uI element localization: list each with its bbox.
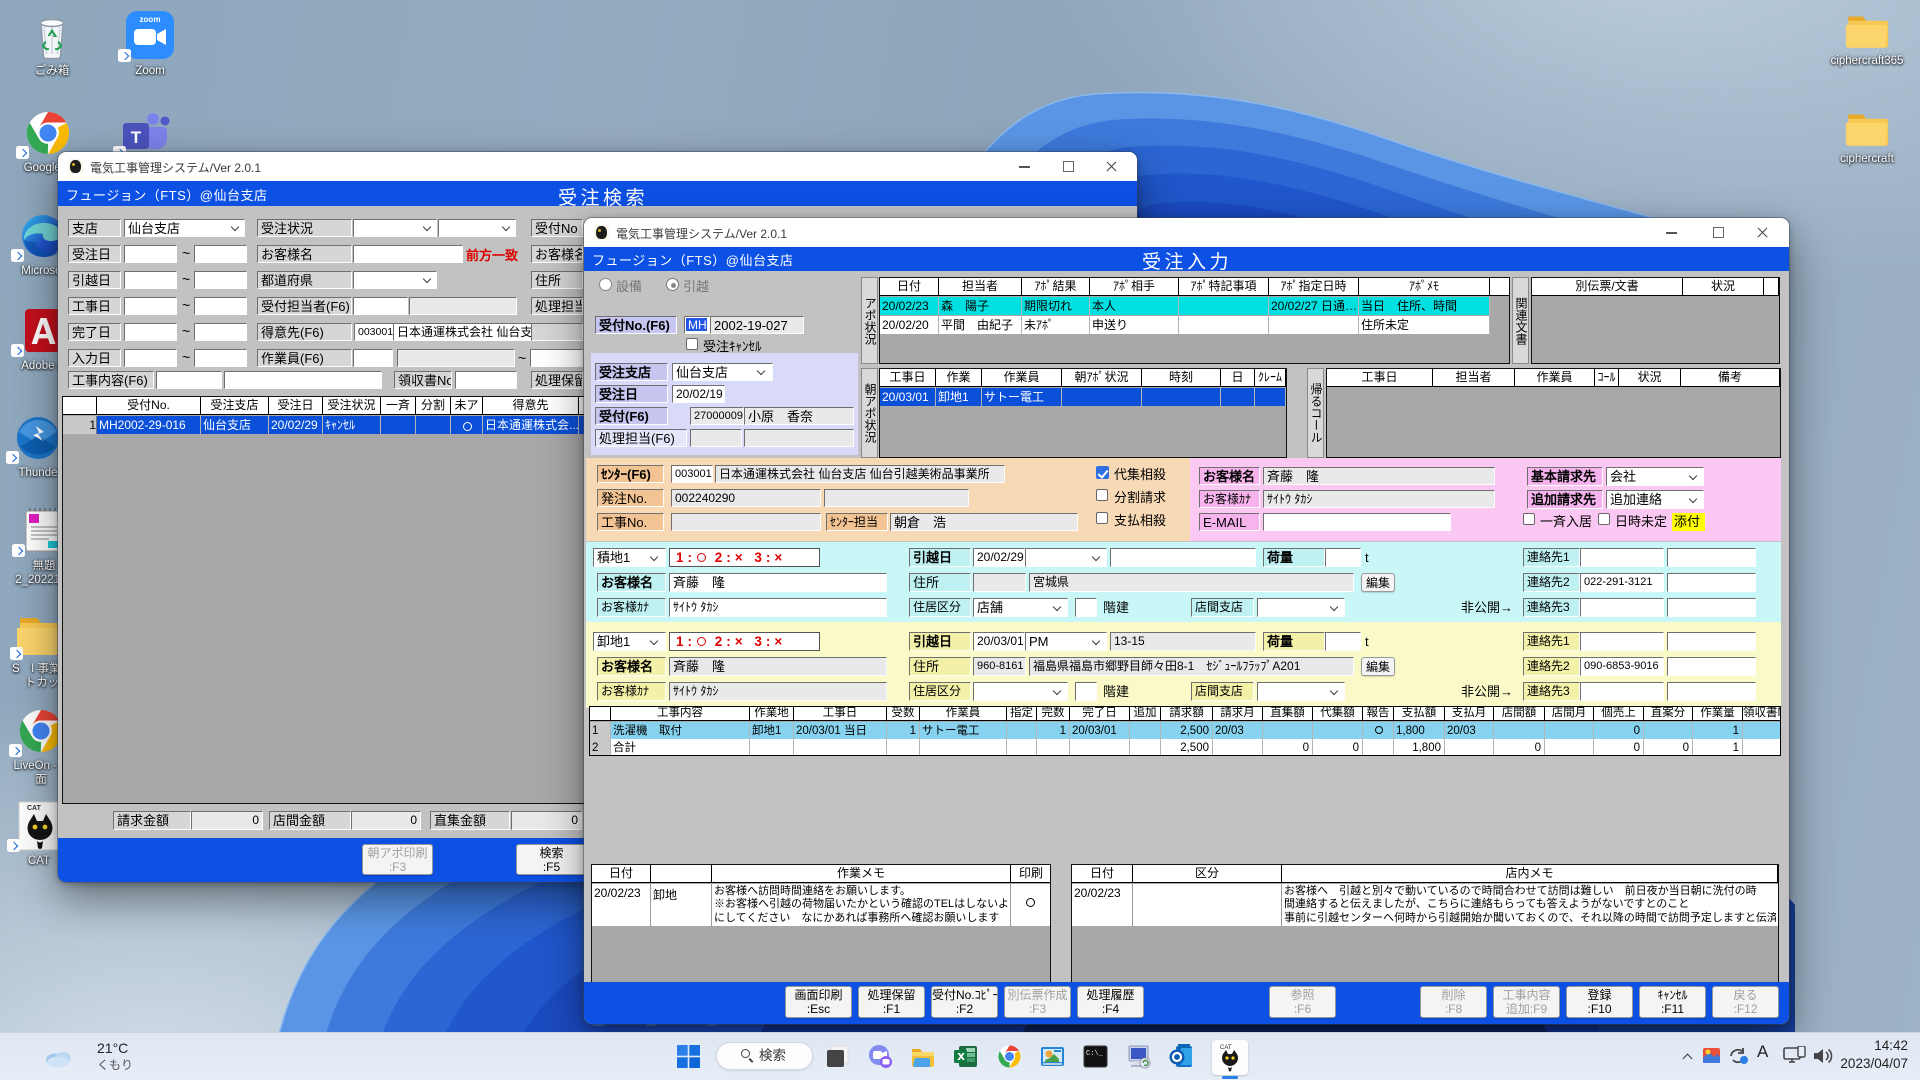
svg-text:C:\_: C:\_ [1086, 1050, 1104, 1058]
svg-text:CAT: CAT [27, 805, 42, 812]
svg-text:zoom: zoom [140, 15, 161, 24]
svg-text:T: T [131, 128, 142, 147]
